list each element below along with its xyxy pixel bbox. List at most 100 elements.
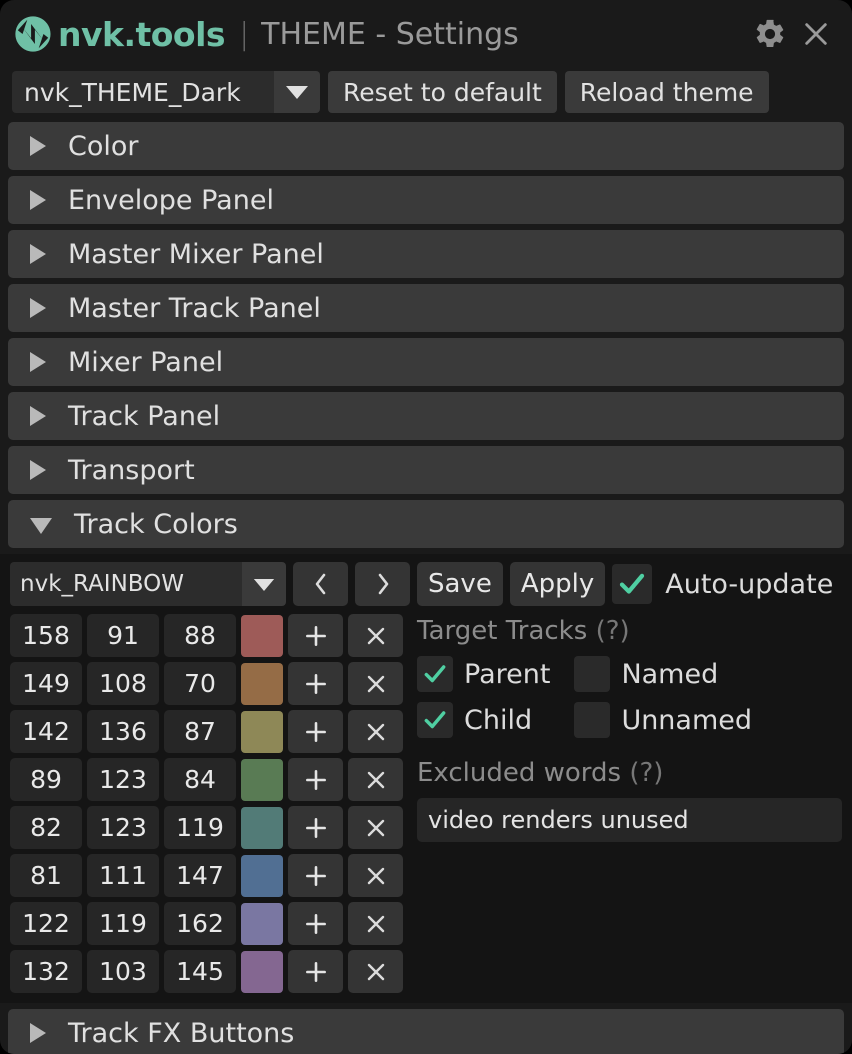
track-colors-panel: nvk_RAINBOW Save Apply Auto-update 158 9… [0,554,852,1003]
green-value-input[interactable]: 136 [87,710,159,753]
close-icon [367,867,384,884]
section-row-transport[interactable]: Transport [8,446,844,494]
section-row-track-fx-buttons[interactable]: Track FX Buttons [8,1009,844,1054]
section-row-envelope-panel[interactable]: Envelope Panel [8,176,844,224]
palette-select-arrow[interactable] [242,562,286,606]
color-swatch[interactable] [241,854,283,897]
blue-value-input[interactable]: 162 [164,902,236,945]
reload-theme-button[interactable]: Reload theme [564,71,769,113]
named-checkbox[interactable] [574,656,611,692]
blue-value-input[interactable]: 147 [164,854,236,897]
color-row: 149 108 70 [10,662,403,705]
theme-select-value[interactable]: nvk_THEME_Dark [12,71,274,113]
target-option-child[interactable]: Child [417,702,550,738]
remove-color-button[interactable] [348,854,403,897]
palette-select-value[interactable]: nvk_RAINBOW [10,562,242,606]
target-tracks-checkbox-grid: Parent Named Child Unnamed [417,656,752,738]
settings-gear-button[interactable] [750,14,790,54]
settings-sections-list: Color Envelope Panel Master Mixer Panel … [0,116,852,548]
previous-palette-button[interactable] [293,562,348,606]
remove-color-button[interactable] [348,662,403,705]
add-color-button[interactable] [288,902,343,945]
add-color-button[interactable] [288,662,343,705]
section-label: Mixer Panel [68,346,224,378]
color-swatch[interactable] [241,662,283,705]
add-color-button[interactable] [288,950,343,993]
theme-select[interactable]: nvk_THEME_Dark [12,71,320,113]
section-row-mixer-panel[interactable]: Mixer Panel [8,338,844,386]
chevron-right-icon [30,1023,46,1043]
blue-value-input[interactable]: 84 [164,758,236,801]
add-color-button[interactable] [288,758,343,801]
target-tracks-title: Target Tracks (?) [417,616,842,646]
color-row: 122 119 162 [10,902,403,945]
remove-color-button[interactable] [348,902,403,945]
target-option-parent[interactable]: Parent [417,656,550,692]
section-row-master-mixer-panel[interactable]: Master Mixer Panel [8,230,844,278]
green-value-input[interactable]: 123 [87,806,159,849]
add-color-button[interactable] [288,614,343,657]
target-tracks-help-icon[interactable]: (?) [596,616,630,646]
green-value-input[interactable]: 111 [87,854,159,897]
target-option-unnamed[interactable]: Unnamed [574,702,752,738]
section-row-track-colors[interactable]: Track Colors [8,500,844,548]
red-value-input[interactable]: 89 [10,758,82,801]
section-row-master-track-panel[interactable]: Master Track Panel [8,284,844,332]
color-swatch[interactable] [241,806,283,849]
target-option-named[interactable]: Named [574,656,752,692]
blue-value-input[interactable]: 145 [164,950,236,993]
red-value-input[interactable]: 149 [10,662,82,705]
next-palette-button[interactable] [355,562,410,606]
red-value-input[interactable]: 158 [10,614,82,657]
red-value-input[interactable]: 122 [10,902,82,945]
color-swatch[interactable] [241,710,283,753]
auto-update-checkbox[interactable] [612,564,653,604]
theme-select-arrow[interactable] [274,71,320,113]
remove-color-button[interactable] [348,806,403,849]
remove-color-button[interactable] [348,710,403,753]
unnamed-checkbox[interactable] [574,702,611,738]
plus-icon [305,913,326,934]
section-row-track-panel[interactable]: Track Panel [8,392,844,440]
color-swatch[interactable] [241,758,283,801]
blue-value-input[interactable]: 70 [164,662,236,705]
green-value-input[interactable]: 103 [87,950,159,993]
green-value-input[interactable]: 119 [87,902,159,945]
section-label: Master Mixer Panel [68,238,324,270]
section-label: Track Panel [68,400,221,432]
child-checkbox[interactable] [417,702,453,738]
color-row: 89 123 84 [10,758,403,801]
color-swatch[interactable] [241,902,283,945]
red-value-input[interactable]: 82 [10,806,82,849]
add-color-button[interactable] [288,854,343,897]
red-value-input[interactable]: 81 [10,854,82,897]
reset-to-default-button[interactable]: Reset to default [328,71,557,113]
green-value-input[interactable]: 123 [87,758,159,801]
section-label: Envelope Panel [68,184,274,216]
plus-icon [305,721,326,742]
close-icon [805,23,827,45]
chevron-right-icon [30,244,46,264]
color-swatch[interactable] [241,950,283,993]
add-color-button[interactable] [288,806,343,849]
red-value-input[interactable]: 132 [10,950,82,993]
apply-palette-button[interactable]: Apply [509,562,606,606]
section-row-color[interactable]: Color [8,122,844,170]
green-value-input[interactable]: 91 [87,614,159,657]
remove-color-button[interactable] [348,758,403,801]
palette-select[interactable]: nvk_RAINBOW [10,562,286,606]
color-swatch[interactable] [241,614,283,657]
red-value-input[interactable]: 142 [10,710,82,753]
blue-value-input[interactable]: 88 [164,614,236,657]
excluded-words-help-icon[interactable]: (?) [629,758,663,788]
save-palette-button[interactable]: Save [417,562,503,606]
remove-color-button[interactable] [348,950,403,993]
parent-checkbox[interactable] [417,656,453,692]
blue-value-input[interactable]: 119 [164,806,236,849]
excluded-words-input[interactable]: video renders unused [417,798,842,842]
add-color-button[interactable] [288,710,343,753]
blue-value-input[interactable]: 87 [164,710,236,753]
close-window-button[interactable] [796,14,836,54]
green-value-input[interactable]: 108 [87,662,159,705]
remove-color-button[interactable] [348,614,403,657]
